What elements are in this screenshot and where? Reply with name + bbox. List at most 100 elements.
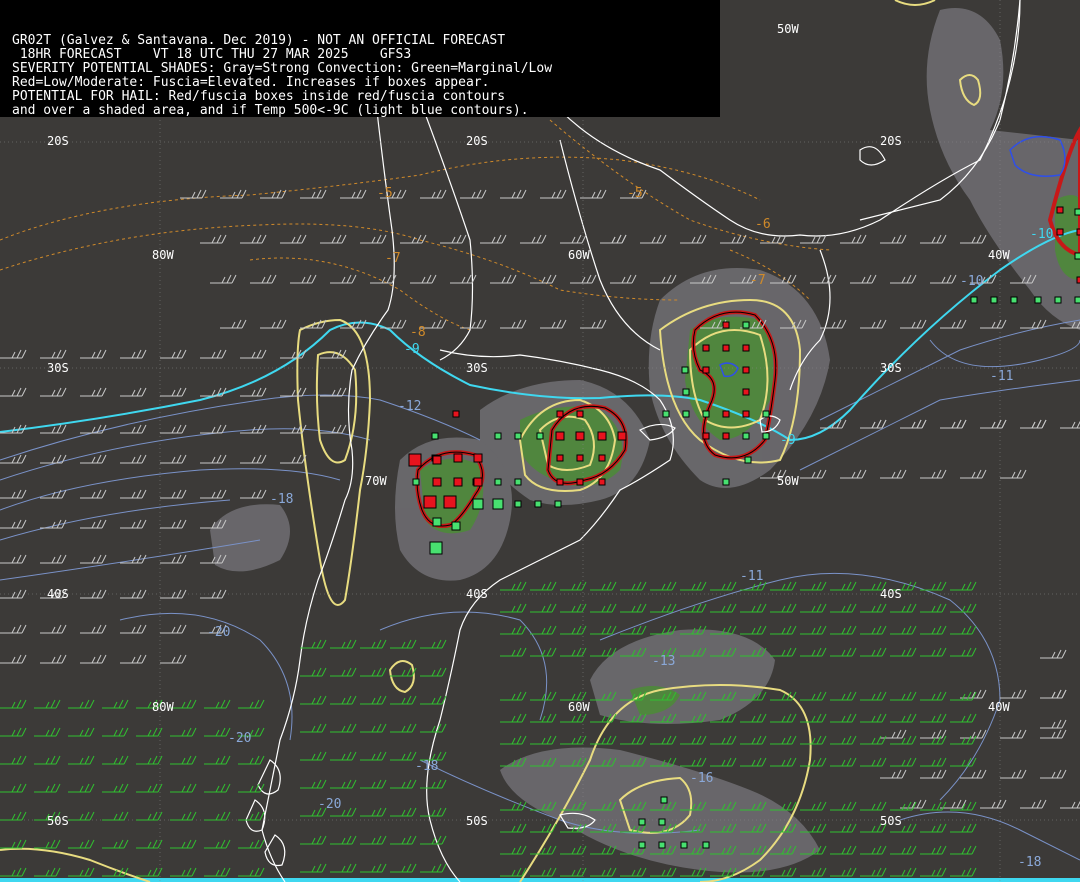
header-line-5: POTENTIAL FOR HAIL: Red/fuscia boxes ins… bbox=[12, 89, 506, 104]
contour-label: -5 bbox=[377, 186, 393, 201]
hail-box bbox=[638, 841, 646, 849]
contour-label: -18 bbox=[1018, 855, 1041, 870]
contour-label: -12 bbox=[398, 399, 421, 414]
hail-box bbox=[598, 478, 606, 486]
lat-label: 40S bbox=[880, 587, 902, 601]
hail-box bbox=[681, 366, 689, 374]
contour-label: -18 bbox=[415, 759, 438, 774]
hail-box bbox=[494, 478, 502, 486]
hail-box bbox=[742, 432, 750, 440]
hail-box bbox=[492, 498, 504, 510]
header-line-2: 18HR FORECAST VT 18 UTC THU 27 MAR 2025 … bbox=[12, 47, 412, 62]
hail-box bbox=[534, 500, 542, 508]
hail-box bbox=[702, 432, 710, 440]
hail-box bbox=[536, 432, 544, 440]
lon-label: 80W bbox=[152, 700, 174, 714]
hail-box bbox=[1056, 228, 1064, 236]
hail-box bbox=[1074, 252, 1080, 260]
hail-box bbox=[412, 478, 420, 486]
hail-box bbox=[742, 410, 750, 418]
hail-box bbox=[443, 495, 457, 509]
hail-box bbox=[682, 410, 690, 418]
lat-label: 40S bbox=[466, 587, 488, 601]
hail-box bbox=[742, 366, 750, 374]
hail-box bbox=[702, 410, 710, 418]
hail-box bbox=[556, 410, 564, 418]
lat-label: 20S bbox=[466, 134, 488, 148]
hail-box bbox=[742, 344, 750, 352]
contour-label: -10 bbox=[1030, 227, 1053, 242]
contour-label: -20 bbox=[228, 731, 251, 746]
hail-box bbox=[429, 541, 443, 555]
lon-label: 50W bbox=[777, 474, 799, 488]
lon-label: 60W bbox=[568, 248, 590, 262]
hail-box bbox=[762, 410, 770, 418]
hail-box bbox=[617, 431, 627, 441]
hail-box bbox=[1074, 296, 1080, 304]
contour-label: -9 bbox=[404, 342, 420, 357]
lon-label: 60W bbox=[568, 700, 590, 714]
hail-box bbox=[638, 818, 646, 826]
forecast-map: 50W 20S 20S 20S 80W 60W 40W 30S 30S 30S … bbox=[0, 0, 1080, 882]
contour-label: -10 bbox=[960, 274, 983, 289]
hail-box bbox=[744, 456, 752, 464]
contour-label: -20 bbox=[207, 625, 230, 640]
lon-label: 40W bbox=[988, 248, 1010, 262]
contour-label: -13 bbox=[652, 654, 675, 669]
lat-label: 30S bbox=[880, 361, 902, 375]
hail-box bbox=[658, 818, 666, 826]
hail-box bbox=[494, 432, 502, 440]
hail-box bbox=[451, 521, 461, 531]
hail-box bbox=[1010, 296, 1018, 304]
contour-label: -18 bbox=[270, 492, 293, 507]
lat-label: 20S bbox=[880, 134, 902, 148]
hail-box bbox=[1034, 296, 1042, 304]
lon-label: 50W bbox=[777, 22, 799, 36]
hail-box bbox=[1074, 208, 1080, 216]
hail-box bbox=[473, 477, 483, 487]
hail-box bbox=[408, 453, 422, 467]
header-line-1: GR02T (Galvez & Santavana. Dec 2019) - N… bbox=[12, 33, 506, 48]
forecast-header: GR02T (Galvez & Santavana. Dec 2019) - N… bbox=[0, 0, 720, 118]
hail-box bbox=[514, 500, 522, 508]
hail-box bbox=[554, 500, 562, 508]
lat-label: 30S bbox=[47, 361, 69, 375]
hail-box bbox=[453, 477, 463, 487]
hail-box bbox=[722, 321, 730, 329]
hail-box bbox=[432, 517, 442, 527]
lat-label: 40S bbox=[47, 587, 69, 601]
hail-box bbox=[722, 432, 730, 440]
hail-box bbox=[432, 477, 442, 487]
lon-label: 40W bbox=[988, 700, 1010, 714]
hail-box bbox=[453, 453, 463, 463]
hail-box bbox=[722, 478, 730, 486]
hail-box bbox=[576, 410, 584, 418]
header-line-3: SEVERITY POTENTIAL SHADES: Gray=Strong C… bbox=[12, 61, 553, 76]
hail-box bbox=[423, 495, 437, 509]
hail-box bbox=[555, 431, 565, 441]
contour-label: -8 bbox=[410, 325, 426, 340]
bottom-strip bbox=[0, 878, 1080, 882]
contour-label: -20 bbox=[318, 797, 341, 812]
lat-label: 30S bbox=[466, 361, 488, 375]
lon-label: 70W bbox=[365, 474, 387, 488]
hail-box bbox=[660, 796, 668, 804]
hail-box bbox=[514, 478, 522, 486]
hail-box bbox=[432, 455, 442, 465]
hail-box bbox=[762, 432, 770, 440]
hail-box bbox=[970, 296, 978, 304]
header-line-4: Red=Low/Moderate: Fuscia=Elevated. Incre… bbox=[12, 75, 490, 90]
hail-box bbox=[598, 454, 606, 462]
lat-label: 50S bbox=[47, 814, 69, 828]
hail-box bbox=[556, 478, 564, 486]
contour-label: -9 bbox=[780, 433, 796, 448]
contour-label: -5 bbox=[627, 186, 643, 201]
hail-box bbox=[473, 453, 483, 463]
hail-box bbox=[576, 478, 584, 486]
lon-label: 80W bbox=[152, 248, 174, 262]
hail-box bbox=[742, 321, 750, 329]
header-line-6: and over a shaded area, and if Temp 500<… bbox=[12, 103, 529, 118]
hail-box bbox=[452, 410, 460, 418]
hail-box bbox=[662, 410, 670, 418]
hail-box bbox=[556, 454, 564, 462]
